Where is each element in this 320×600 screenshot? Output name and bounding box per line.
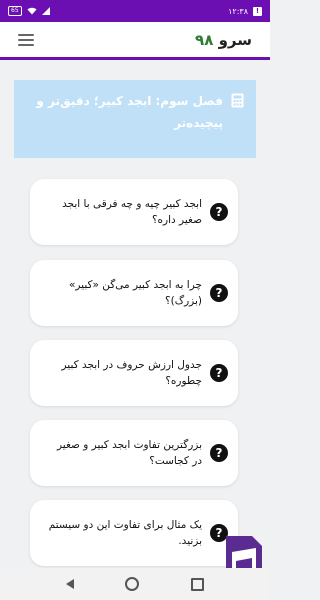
question-text: چرا به ابجد کبیر می‌گن «کبیر» (بزرگ)؟ [68, 279, 202, 307]
question-icon: ? [210, 203, 228, 221]
question-icon: ? [210, 444, 228, 462]
app-bar: سرو ۹۸ [0, 22, 270, 60]
question-card-5[interactable]: ? یک مثال برای تفاوت این دو سیستم بزنید. [30, 500, 238, 566]
question-icon: ? [210, 364, 228, 382]
system-nav-bar [0, 568, 270, 600]
question-text: بزرگترین تفاوت ابجد کبیر و صغیر در کجاست… [56, 439, 202, 467]
status-clock-area: ۱۲:۳۸ ! [228, 6, 262, 16]
question-card-1[interactable]: ? ابجد کبیر چیه و چه فرقی با ابجد صغیر د… [30, 179, 238, 245]
chapter-title: فصل سوم: ابجد کبیر؛ دقیق‌تر و پیچیده‌تر [36, 94, 223, 130]
question-text: ابجد کبیر چیه و چه فرقی با ابجد صغیر دار… [62, 198, 202, 226]
home-icon[interactable] [125, 577, 140, 591]
question-text: یک مثال برای تفاوت این دو سیستم بزنید. [48, 519, 202, 547]
question-icon: ? [210, 284, 228, 302]
status-time: ۱۲:۳۸ [228, 6, 248, 16]
question-card-4[interactable]: ? بزرگترین تفاوت ابجد کبیر و صغیر در کجا… [30, 420, 238, 486]
app-title-number: ۹۸ [195, 30, 214, 49]
status-icons: 65 [8, 6, 50, 16]
back-icon[interactable] [65, 579, 74, 589]
signal-icon [41, 7, 50, 15]
chapter-banner: فصل سوم: ابجد کبیر؛ دقیق‌تر و پیچیده‌تر [14, 80, 256, 158]
notification-icon: ! [253, 6, 262, 16]
battery-icon: 65 [8, 6, 22, 16]
wifi-icon [27, 7, 37, 15]
calculator-icon [231, 93, 244, 108]
question-card-2[interactable]: ? چرا به ابجد کبیر می‌گن «کبیر» (بزرگ)؟ [30, 260, 238, 326]
hamburger-icon[interactable] [18, 33, 34, 46]
app-title-word: سرو [218, 30, 252, 49]
status-bar: 65 ۱۲:۳۸ ! [0, 0, 270, 22]
app-title: سرو ۹۸ [195, 31, 252, 49]
recent-apps-icon[interactable] [191, 577, 205, 591]
question-card-3[interactable]: ? جدول ارزش حروف در ابجد کبیر چطوره؟ [30, 340, 238, 406]
question-text: جدول ارزش حروف در ابجد کبیر چطوره؟ [61, 359, 202, 387]
